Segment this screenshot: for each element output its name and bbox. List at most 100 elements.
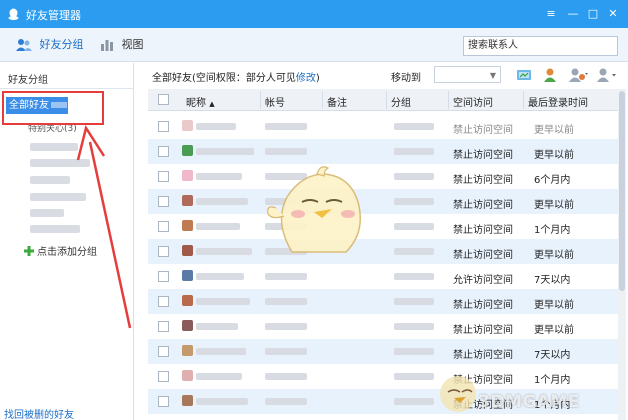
space-access-cell: 禁止访问空间 bbox=[453, 350, 513, 361]
row-checkbox[interactable] bbox=[158, 296, 169, 307]
row-checkbox[interactable] bbox=[158, 346, 169, 357]
add-friend-icon[interactable] bbox=[542, 67, 558, 83]
settings-icon[interactable] bbox=[568, 67, 590, 83]
row-checkbox[interactable] bbox=[158, 121, 169, 132]
window-title: 好友管理器 bbox=[26, 9, 81, 22]
space-access-cell: 禁止访问空间 bbox=[453, 325, 513, 336]
row-checkbox[interactable] bbox=[158, 146, 169, 157]
group-blurred bbox=[394, 248, 434, 255]
account-blurred bbox=[265, 298, 307, 305]
space-access-cell: 禁止访问空间 bbox=[453, 250, 513, 261]
row-checkbox[interactable] bbox=[158, 271, 169, 282]
sort-ascending-icon: ▲ bbox=[209, 100, 215, 108]
main-header: 全部好友(空间权限：部分人可见修改) 移动到 ▼ bbox=[134, 63, 628, 87]
account-blurred bbox=[265, 323, 307, 330]
table-row[interactable]: 禁止访问空间 更早以前 bbox=[148, 189, 618, 214]
row-checkbox[interactable] bbox=[158, 371, 169, 382]
group-blurred bbox=[394, 223, 434, 230]
table-row[interactable]: 禁止访问空间 6个月内 bbox=[148, 164, 618, 189]
nickname-blurred bbox=[196, 223, 240, 230]
close-button[interactable]: ✕ bbox=[606, 8, 620, 20]
avatar bbox=[182, 370, 193, 381]
nickname-blurred bbox=[196, 248, 252, 255]
account-blurred bbox=[265, 273, 307, 280]
friends-group-label: 好友分组 bbox=[39, 38, 84, 51]
plus-icon bbox=[24, 246, 34, 256]
last-login-cell: 7天以内 bbox=[534, 350, 571, 361]
table-row[interactable]: 禁止访问空间 更早以前 bbox=[148, 314, 618, 339]
group-blurred bbox=[394, 298, 434, 305]
edit-permission-link[interactable]: 修改 bbox=[296, 73, 316, 84]
space-access-cell: 禁止访问空间 bbox=[453, 175, 513, 186]
column-note[interactable]: 备注 bbox=[327, 94, 347, 109]
friends-group-tab[interactable]: 好友分组 bbox=[16, 37, 84, 53]
avatar bbox=[182, 395, 193, 406]
space-access-cell: 禁止访问空间 bbox=[453, 200, 513, 211]
nickname-blurred bbox=[196, 198, 248, 205]
move-to-select[interactable]: ▼ bbox=[434, 66, 501, 83]
column-divider bbox=[386, 91, 387, 109]
table-row[interactable]: 禁止访问空间 更早以前 bbox=[148, 139, 618, 164]
column-divider bbox=[260, 91, 261, 109]
account-blurred bbox=[265, 148, 307, 155]
view-tab[interactable]: 视图 bbox=[100, 37, 144, 53]
avatar bbox=[182, 120, 193, 131]
row-checkbox[interactable] bbox=[158, 171, 169, 182]
send-message-icon[interactable] bbox=[516, 67, 532, 83]
row-checkbox[interactable] bbox=[158, 221, 169, 232]
nickname-blurred bbox=[196, 273, 244, 280]
table-row[interactable]: 禁止访问空间 更早以前 bbox=[148, 239, 618, 264]
group-blurred bbox=[394, 148, 434, 155]
more-options-icon[interactable] bbox=[596, 67, 618, 83]
group-blurred bbox=[394, 398, 434, 405]
group-blurred bbox=[394, 348, 434, 355]
column-last-login[interactable]: 最后登录时间 bbox=[528, 94, 588, 109]
menu-button[interactable]: ≡ bbox=[544, 8, 558, 20]
nickname-blurred bbox=[196, 173, 242, 180]
nickname-blurred bbox=[196, 398, 248, 405]
avatar bbox=[182, 145, 193, 156]
table-row[interactable]: 禁止访问空间 7天以内 bbox=[148, 339, 618, 364]
group-blurred bbox=[394, 123, 434, 130]
row-checkbox[interactable] bbox=[158, 246, 169, 257]
column-nickname[interactable]: 昵称 ▲ bbox=[186, 94, 215, 109]
move-to-label: 移动到 bbox=[391, 73, 421, 84]
row-checkbox[interactable] bbox=[158, 321, 169, 332]
all-friends-permission-label: 全部好友(空间权限：部分人可见修改) bbox=[152, 69, 320, 84]
column-group[interactable]: 分组 bbox=[391, 94, 411, 109]
account-blurred bbox=[265, 348, 307, 355]
recover-deleted-friends-link[interactable]: 找回被删的好友 bbox=[4, 406, 74, 420]
last-login-cell: 更早以前 bbox=[534, 325, 574, 336]
row-checkbox[interactable] bbox=[158, 396, 169, 407]
table-row[interactable]: 禁止访问空间 1个月内 bbox=[148, 214, 618, 239]
group-blurred bbox=[394, 323, 434, 330]
table-row[interactable]: 禁止访问空间 更早以前 bbox=[148, 114, 618, 139]
search-input[interactable]: 搜索联系人 bbox=[463, 36, 618, 56]
column-divider bbox=[322, 91, 323, 109]
group-blurred bbox=[394, 273, 434, 280]
chevron-down-icon: ▼ bbox=[489, 71, 496, 80]
column-nickname-label: 昵称 bbox=[186, 98, 206, 109]
minimize-button[interactable]: — bbox=[566, 8, 580, 20]
sidebar-item-blurred[interactable] bbox=[30, 209, 64, 217]
avatar bbox=[182, 170, 193, 181]
column-divider bbox=[523, 91, 524, 109]
space-access-cell: 禁止访问空间 bbox=[453, 225, 513, 236]
table-row[interactable]: 允许访问空间 7天以内 bbox=[148, 264, 618, 289]
select-all-checkbox[interactable] bbox=[158, 94, 169, 105]
sidebar-item-blurred[interactable] bbox=[30, 176, 70, 184]
friends-group-icon bbox=[16, 39, 32, 51]
scrollbar-thumb[interactable] bbox=[619, 91, 625, 291]
row-checkbox[interactable] bbox=[158, 196, 169, 207]
column-account[interactable]: 帐号 bbox=[265, 94, 285, 109]
space-access-cell: 禁止访问空间 bbox=[453, 150, 513, 161]
last-login-cell: 更早以前 bbox=[534, 150, 574, 161]
space-access-cell: 禁止访问空间 bbox=[453, 300, 513, 311]
permission-text: 全部好友(空间权限：部分人可见 bbox=[152, 73, 296, 84]
column-space-access[interactable]: 空间访问 bbox=[453, 94, 493, 109]
nickname-blurred bbox=[196, 123, 236, 130]
table-row[interactable]: 禁止访问空间 更早以前 bbox=[148, 289, 618, 314]
maximize-button[interactable]: □ bbox=[586, 8, 600, 20]
avatar bbox=[182, 195, 193, 206]
avatar bbox=[182, 320, 193, 331]
